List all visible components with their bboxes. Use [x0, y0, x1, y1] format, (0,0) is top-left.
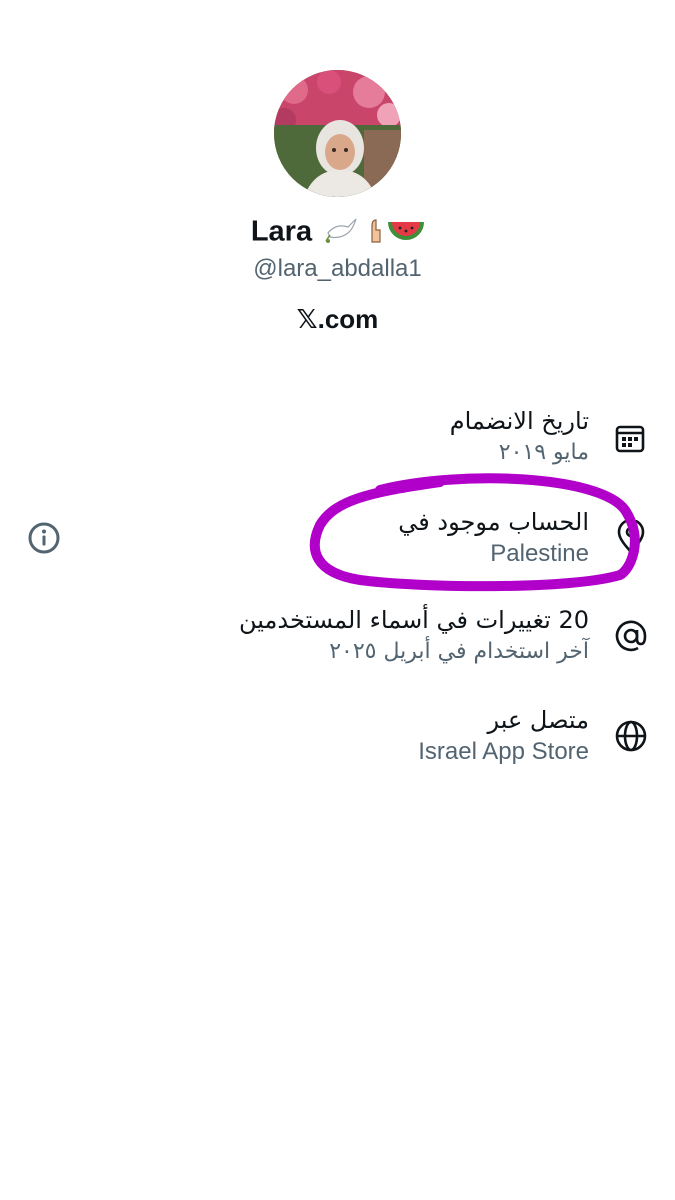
join-date-value: مايو ٢٠١٩	[498, 440, 589, 465]
highlight-ellipse-marker	[300, 470, 645, 605]
profile-about-page: Lara @lara_abdalla1 𝕏.com تاريخ الانضمام…	[0, 0, 675, 1200]
username-changes-row: 20 تغييرات في أسماء المستخدمين آخر استخد…	[239, 604, 589, 668]
connected-via-row: متصل عبر Israel App Store	[418, 704, 589, 768]
join-date-row: تاريخ الانضمام مايو ٢٠١٩	[450, 405, 589, 469]
at-sign-icon	[614, 619, 648, 658]
user-handle: @lara_abdalla1	[253, 255, 422, 282]
username-changes-value: آخر استخدام في أبريل ٢٠٢٥	[329, 639, 589, 664]
connected-via-value: Israel App Store	[418, 738, 589, 765]
calendar-icon	[614, 422, 646, 459]
site-label: 𝕏.com	[296, 304, 379, 334]
username-changes-title: 20 تغييرات في أسماء المستخدمين	[239, 606, 589, 634]
display-name-row: Lara	[0, 214, 675, 252]
name-emoji-icons	[324, 214, 425, 252]
display-name: Lara	[250, 215, 313, 248]
connected-via-title: متصل عبر	[487, 706, 589, 734]
globe-icon	[614, 719, 648, 758]
info-icon[interactable]	[27, 521, 61, 560]
join-date-title: تاريخ الانضمام	[449, 407, 589, 435]
avatar[interactable]	[274, 70, 401, 197]
